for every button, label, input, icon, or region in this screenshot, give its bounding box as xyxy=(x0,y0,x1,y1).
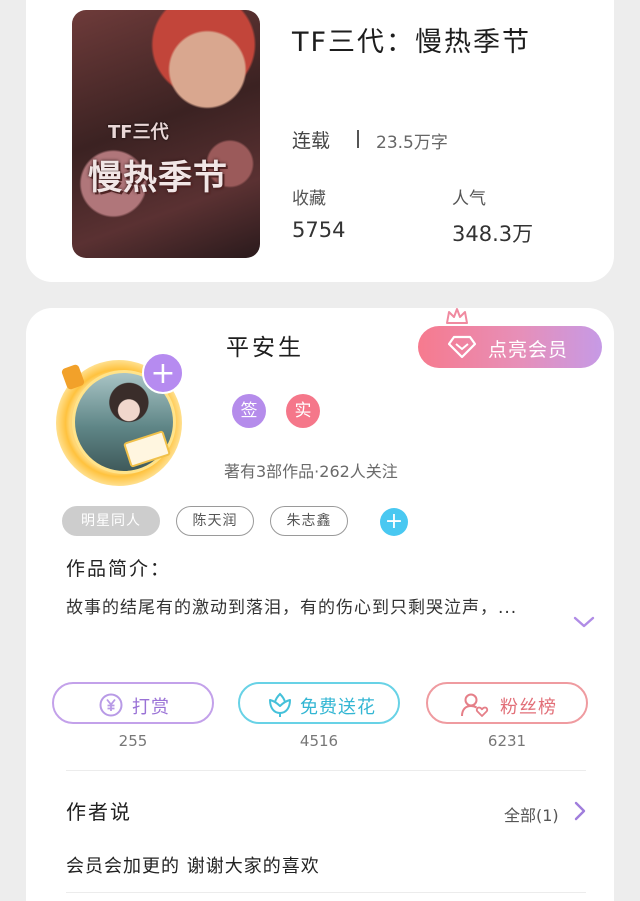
book-info-card: TF三代 慢热季节 TF三代：慢热季节 连载 23.5万字 收藏 5754 人气… xyxy=(26,0,614,282)
flower-icon xyxy=(269,692,291,717)
author-stats: 著有3部作品·262人关注 xyxy=(224,462,398,481)
author-says-all-link[interactable]: 全部(1) xyxy=(504,802,559,826)
author-card: + 平安生 点亮会员 签 实 著有3部作品·262人关注 明星同人 陈天润 朱志… xyxy=(26,308,614,901)
author-says-message[interactable]: 会员会加更的 谢谢大家的喜欢 xyxy=(66,852,320,878)
cover-title-art: 慢热季节 xyxy=(88,158,228,198)
section-divider xyxy=(66,770,586,771)
reward-count: 255 xyxy=(118,732,148,750)
bottom-divider xyxy=(66,892,586,893)
chevron-down-icon[interactable] xyxy=(572,614,596,630)
collect-label: 收藏 xyxy=(292,189,326,209)
intro-text[interactable]: 故事的结尾有的激动到落泪，有的伤心到只剩哭泣声，... xyxy=(66,594,546,622)
reward-button[interactable]: 打赏 xyxy=(52,682,214,724)
fan-count: 6231 xyxy=(487,732,527,750)
fan-ranking-button[interactable]: 粉丝榜 xyxy=(426,682,588,724)
crown-icon xyxy=(446,308,468,324)
fan-ranking-label: 粉丝榜 xyxy=(500,697,557,718)
collect-count: 5754 xyxy=(292,218,346,242)
author-name[interactable]: 平安生 xyxy=(226,328,304,362)
membership-label: 点亮会员 xyxy=(488,339,569,361)
follow-author-button[interactable]: + xyxy=(142,352,184,394)
tag-genre[interactable]: 明星同人 xyxy=(62,506,160,536)
book-status: 连载 xyxy=(292,130,331,152)
send-flower-button[interactable]: 免费送花 xyxy=(238,682,400,724)
yen-icon xyxy=(99,693,123,717)
add-tag-button[interactable]: + xyxy=(380,508,408,536)
book-title: TF三代：慢热季节 xyxy=(292,27,532,58)
reward-label: 打赏 xyxy=(132,697,170,718)
tag-character-1[interactable]: 陈天润 xyxy=(176,506,254,536)
intro-heading: 作品简介： xyxy=(66,558,172,580)
author-says-heading: 作者说 xyxy=(66,800,132,824)
popularity-label: 人气 xyxy=(452,189,486,209)
verified-author-badge: 实 xyxy=(286,394,320,428)
tag-character-2[interactable]: 朱志鑫 xyxy=(270,506,348,536)
light-up-membership-button[interactable]: 点亮会员 xyxy=(418,326,602,368)
diamond-icon xyxy=(448,335,476,359)
chevron-right-icon[interactable] xyxy=(572,800,588,822)
cover-subtitle-art: TF三代 xyxy=(108,122,169,143)
send-flower-label: 免费送花 xyxy=(300,697,376,718)
status-divider xyxy=(357,130,359,148)
fan-user-icon xyxy=(461,693,489,717)
book-word-count: 23.5万字 xyxy=(376,133,448,153)
book-cover-image[interactable]: TF三代 慢热季节 xyxy=(72,10,260,258)
popularity-count: 348.3万 xyxy=(452,222,534,246)
flower-count: 4516 xyxy=(299,732,339,750)
signed-author-badge: 签 xyxy=(232,394,266,428)
